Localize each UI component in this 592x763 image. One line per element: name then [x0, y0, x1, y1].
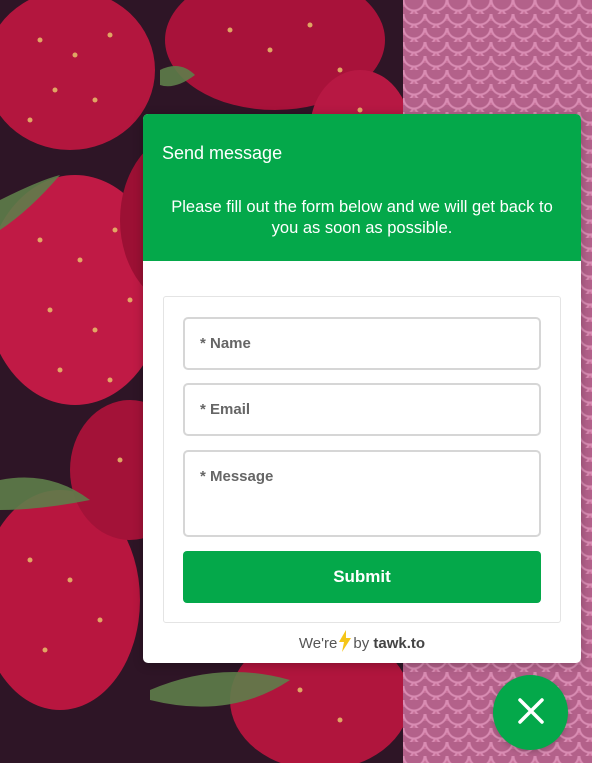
- message-form: Submit: [163, 296, 561, 623]
- close-icon: [517, 697, 545, 728]
- chat-widget: Send message Please fill out the form be…: [143, 114, 581, 663]
- widget-description: Please fill out the form below and we wi…: [171, 198, 553, 237]
- widget-title: Send message: [162, 143, 283, 163]
- widget-header: Send message Please fill out the form be…: [143, 114, 581, 261]
- branding-prefix: We're: [298, 635, 338, 652]
- branding-footer[interactable]: We're by tawk.to: [143, 630, 581, 659]
- branding-brand-link[interactable]: tawk.to: [373, 635, 425, 652]
- branding-by: by: [353, 635, 370, 652]
- close-chat-button[interactable]: [493, 675, 568, 750]
- submit-button[interactable]: Submit: [183, 551, 541, 603]
- message-textarea[interactable]: [183, 450, 541, 537]
- name-input[interactable]: [183, 317, 541, 370]
- lightning-bolt-icon: [339, 630, 352, 659]
- email-input[interactable]: [183, 383, 541, 436]
